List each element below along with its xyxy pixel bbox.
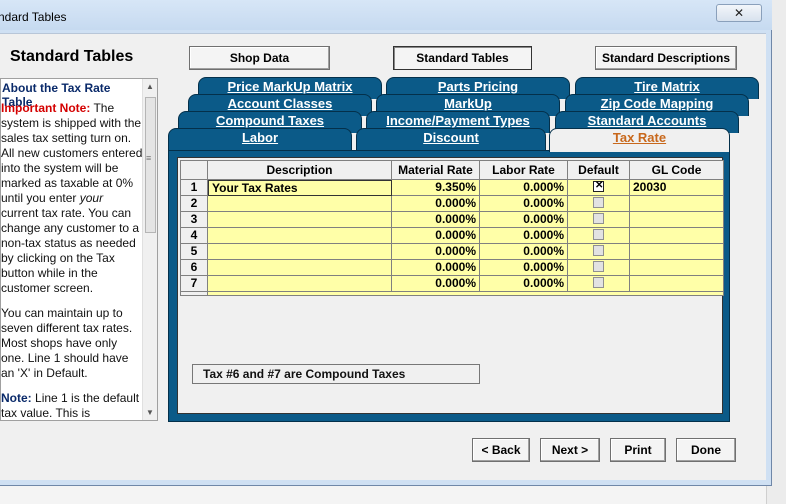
gl-code-cell[interactable] — [630, 212, 724, 228]
client-area: Standard Tables Shop Data Standard Table… — [0, 33, 766, 480]
col-material-rate-header: Material Rate — [392, 160, 480, 180]
labor-rate-cell[interactable]: 0.000% — [480, 228, 568, 244]
title-bar: ndard Tables ✕ — [0, 0, 772, 30]
shop-data-button[interactable]: Shop Data — [189, 46, 330, 70]
material-rate-cell[interactable]: 0.000% — [392, 276, 480, 292]
row-number[interactable]: 1 — [180, 180, 208, 196]
default-cell[interactable] — [568, 212, 630, 228]
default-cell[interactable] — [568, 260, 630, 276]
close-button[interactable]: ✕ — [716, 4, 762, 22]
description-cell[interactable] — [208, 276, 392, 292]
description-cell[interactable] — [208, 244, 392, 260]
help-panel: About the Tax Rate Table Important Note:… — [0, 78, 158, 421]
default-checkbox[interactable] — [593, 277, 604, 288]
gl-code-cell[interactable] — [630, 244, 724, 260]
row-number[interactable]: 4 — [180, 228, 208, 244]
material-rate-cell[interactable]: 9.350% — [392, 180, 480, 196]
labor-rate-cell[interactable]: 0.000% — [480, 260, 568, 276]
close-icon: ✕ — [733, 6, 745, 20]
default-checkbox[interactable] — [593, 180, 604, 193]
default-cell[interactable] — [568, 244, 630, 260]
help-italic-word: your — [79, 191, 104, 205]
rowhdr-corner-header — [180, 160, 208, 180]
labor-rate-cell[interactable]: 0.000% — [480, 180, 568, 196]
row-number[interactable]: 6 — [180, 260, 208, 276]
default-checkbox[interactable] — [593, 229, 604, 240]
compound-taxes-note: Tax #6 and #7 are Compound Taxes — [192, 364, 480, 384]
partial-row — [208, 292, 724, 296]
col-description-header: Description — [208, 160, 392, 180]
description-cell[interactable] — [208, 196, 392, 212]
help-scrollbar[interactable]: ▲ ≡ ▼ — [142, 79, 157, 420]
row-number-partial — [180, 292, 208, 296]
gl-code-cell[interactable] — [630, 276, 724, 292]
material-rate-cell[interactable]: 0.000% — [392, 244, 480, 260]
scroll-down-icon[interactable]: ▼ — [146, 408, 154, 417]
description-cell[interactable] — [208, 228, 392, 244]
note-label: Note: — [1, 391, 32, 405]
next-button[interactable]: Next > — [540, 438, 600, 462]
gl-code-cell[interactable] — [630, 228, 724, 244]
back-button[interactable]: < Back — [472, 438, 530, 462]
window-title: ndard Tables — [0, 10, 67, 24]
description-cell[interactable] — [208, 260, 392, 276]
default-checkbox[interactable] — [593, 197, 604, 208]
standard-descriptions-button[interactable]: Standard Descriptions — [595, 46, 737, 70]
scroll-up-icon[interactable]: ▲ — [146, 82, 154, 91]
row-number[interactable]: 2 — [180, 196, 208, 212]
gl-code-cell[interactable] — [630, 196, 724, 212]
default-cell[interactable] — [568, 196, 630, 212]
help-text: Important Note: The system is shipped wi… — [1, 101, 143, 420]
row-number[interactable]: 3 — [180, 212, 208, 228]
tax-rate-grid: Description Material Rate Labor Rate Defaul… — [180, 160, 724, 296]
labor-rate-cell[interactable]: 0.000% — [480, 244, 568, 260]
labor-rate-cell[interactable]: 0.000% — [480, 196, 568, 212]
important-note-label: Important Note: — [1, 101, 91, 115]
print-button[interactable]: Print — [610, 438, 666, 462]
done-button[interactable]: Done — [676, 438, 736, 462]
help-paragraph-2: You can maintain up to seven different t… — [1, 306, 133, 380]
row-number[interactable]: 5 — [180, 244, 208, 260]
col-labor-rate-header: Labor Rate — [480, 160, 568, 180]
tax-rate-panel: Description Material Rate Labor Rate Defaul… — [177, 157, 724, 414]
default-checkbox[interactable] — [593, 261, 604, 272]
tab-discount[interactable]: Discount — [356, 128, 546, 150]
labor-rate-cell[interactable]: 0.000% — [480, 276, 568, 292]
col-gl-code-header: GL Code — [630, 160, 724, 180]
tab-panel-frame: Description Material Rate Labor Rate Defaul… — [168, 150, 730, 422]
row-number[interactable]: 7 — [180, 276, 208, 292]
description-cell[interactable]: Your Tax Rates — [208, 180, 392, 196]
default-cell[interactable] — [568, 180, 630, 196]
material-rate-cell[interactable]: 0.000% — [392, 228, 480, 244]
help-paragraph-1: The system is shipped with the sales tax… — [1, 101, 143, 205]
page-title: Standard Tables — [10, 48, 134, 65]
material-rate-cell[interactable]: 0.000% — [392, 196, 480, 212]
col-default-header: Default — [568, 160, 630, 180]
scroll-thumb[interactable] — [145, 97, 156, 233]
gl-code-cell[interactable] — [630, 260, 724, 276]
default-checkbox[interactable] — [593, 245, 604, 256]
labor-rate-cell[interactable]: 0.000% — [480, 212, 568, 228]
tab-tax-rate[interactable]: Tax Rate — [549, 128, 730, 152]
material-rate-cell[interactable]: 0.000% — [392, 212, 480, 228]
help-paragraph-1b: current tax rate. You can change any cus… — [1, 206, 140, 295]
default-cell[interactable] — [568, 228, 630, 244]
default-cell[interactable] — [568, 276, 630, 292]
material-rate-cell[interactable]: 0.000% — [392, 260, 480, 276]
tab-labor[interactable]: Labor — [168, 128, 352, 150]
gl-code-cell[interactable]: 20030 — [630, 180, 724, 196]
scroll-grip-icon: ≡ — [146, 153, 152, 163]
description-cell[interactable] — [208, 212, 392, 228]
default-checkbox[interactable] — [593, 213, 604, 224]
standard-tables-button[interactable]: Standard Tables — [393, 46, 532, 70]
standard-tables-window: ndard Tables ✕ Standard Tables Shop Data… — [0, 0, 772, 486]
